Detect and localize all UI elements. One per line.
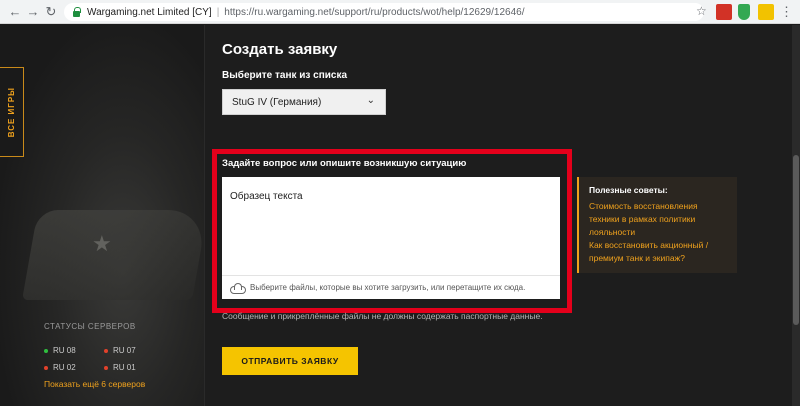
server-status-ru08: RU 08 [44, 346, 76, 355]
server-status-ru07: RU 07 [104, 346, 136, 355]
tank-background-image [22, 210, 208, 300]
lock-icon [72, 7, 81, 17]
back-arrow-icon[interactable]: ← [6, 3, 24, 21]
all-games-label: ВСЕ ИГРЫ [7, 86, 16, 138]
server-status-ru02: RU 02 [44, 363, 76, 372]
upload-hint: Выберите файлы, которые вы хотите загруз… [250, 283, 526, 292]
upload-cloud-icon [230, 283, 246, 294]
address-bar[interactable]: Wargaming.net Limited [CY] | https://ru.… [64, 3, 704, 21]
all-games-tab[interactable]: ВСЕ ИГРЫ [0, 67, 24, 157]
question-textarea[interactable]: Образец текста Выберите файлы, которые в… [222, 177, 560, 299]
textarea-value: Образец текста [230, 191, 303, 202]
status-dot-icon [44, 365, 48, 370]
tank-star-icon: ★ [92, 231, 112, 256]
extension-stop-icon[interactable] [716, 4, 732, 20]
file-upload-zone[interactable]: Выберите файлы, которые вы хотите загруз… [222, 275, 560, 299]
star-icon[interactable]: ☆ [696, 4, 707, 18]
menu-dots-icon[interactable]: ⋮ [780, 4, 793, 20]
extension-y-icon[interactable] [758, 4, 774, 20]
status-dot-icon [44, 348, 48, 353]
forward-arrow-icon[interactable]: → [24, 3, 42, 21]
tip-link[interactable]: Как восстановить акционный / [589, 239, 727, 252]
site-identity: Wargaming.net Limited [CY] [87, 6, 212, 18]
page-content: ★ ВСЕ ИГРЫ СТАТУСЫ СЕРВЕРОВ RU 08 RU 07 … [0, 25, 800, 406]
tips-title: Полезные советы: [589, 185, 668, 195]
server-name: RU 02 [53, 363, 76, 372]
question-label: Задайте вопрос или опишите возникшую сит… [222, 158, 467, 169]
submit-button[interactable]: ОТПРАВИТЬ ЗАЯВКУ [222, 347, 358, 375]
privacy-note: Сообщение и прикреплённые файлы не должн… [222, 311, 543, 321]
server-name: RU 07 [113, 346, 136, 355]
status-dot-icon [104, 365, 108, 370]
tip-link[interactable]: Стоимость восстановления [589, 200, 727, 213]
servers-title: СТАТУСЫ СЕРВЕРОВ [44, 322, 136, 331]
show-more-servers-link[interactable]: Показать ещё 6 серверов [44, 379, 145, 389]
chevron-down-icon: ⌄ [366, 95, 375, 106]
scrollbar-thumb[interactable] [793, 155, 799, 325]
browser-toolbar: ← → ↻ Wargaming.net Limited [CY] | https… [0, 0, 800, 24]
server-name: RU 08 [53, 346, 76, 355]
reload-icon[interactable]: ↻ [42, 3, 60, 21]
tank-select-value: StuG IV (Германия) [232, 96, 322, 108]
tip-link[interactable]: лояльности [589, 226, 727, 239]
tank-select-label: Выберите танк из списка [222, 70, 348, 81]
tip-link[interactable]: премиум танк и экипаж? [589, 252, 727, 265]
status-dot-icon [104, 348, 108, 353]
tip-link[interactable]: техники в рамках политики [589, 213, 727, 226]
sidebar-divider [204, 25, 205, 406]
extension-shield-icon[interactable] [738, 4, 750, 20]
tips-panel: Полезные советы: Стоимость восстановлени… [577, 177, 737, 273]
server-name: RU 01 [113, 363, 136, 372]
tank-select[interactable]: StuG IV (Германия) ⌄ [222, 89, 386, 115]
page-title: Создать заявку [222, 41, 338, 58]
url-text: https://ru.wargaming.net/support/ru/prod… [224, 6, 525, 18]
server-status-ru01: RU 01 [104, 363, 136, 372]
address-separator: | [216, 6, 220, 18]
